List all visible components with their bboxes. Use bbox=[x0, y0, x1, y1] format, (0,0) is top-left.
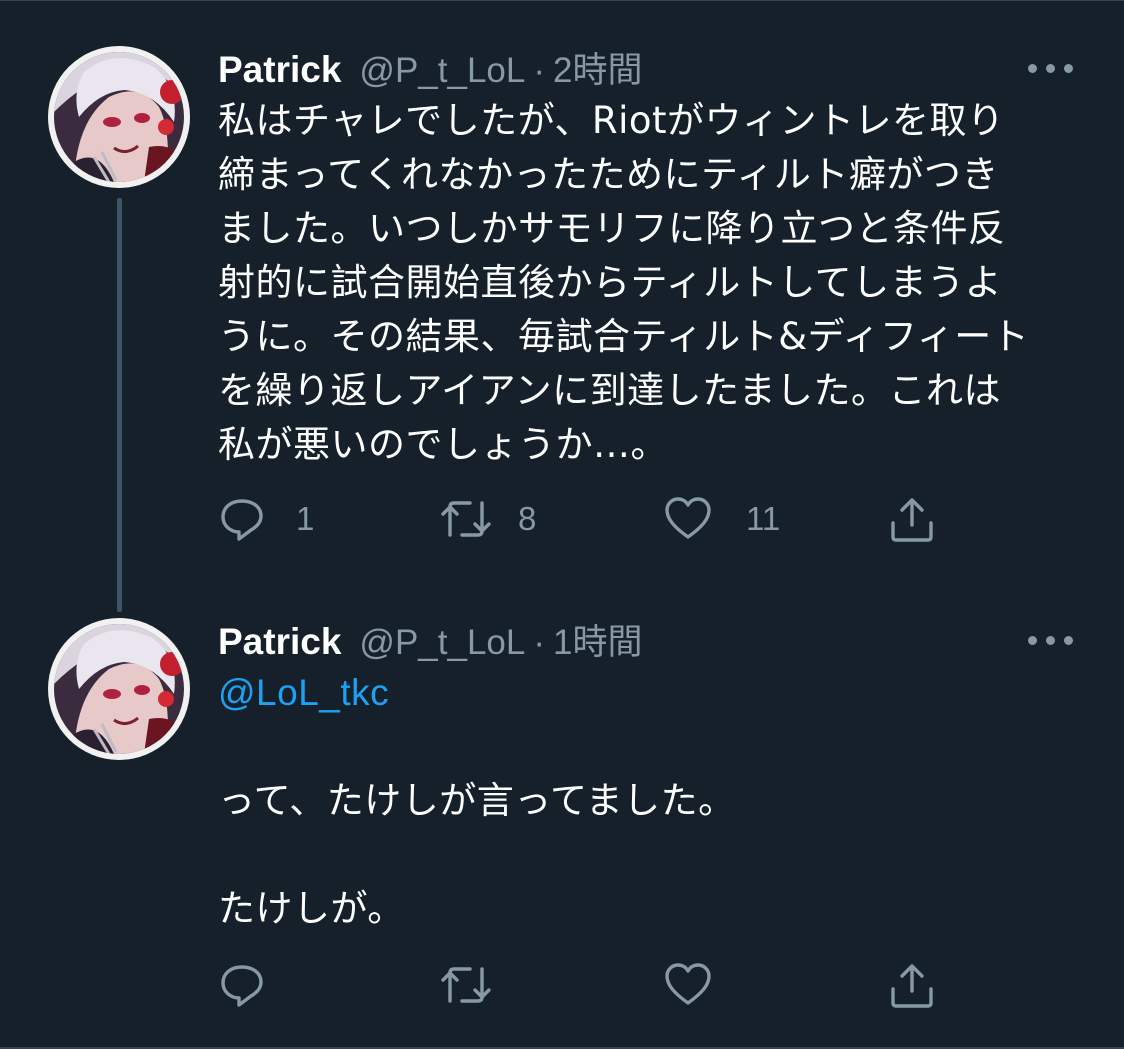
retweet-count: 8 bbox=[518, 500, 537, 537]
like-button[interactable] bbox=[664, 960, 712, 1010]
more-icon[interactable] bbox=[1028, 636, 1074, 648]
like-icon bbox=[665, 963, 711, 1005]
top-divider bbox=[0, 0, 1124, 1]
action-bar: 1 8 11 bbox=[218, 494, 1098, 544]
share-button[interactable] bbox=[888, 494, 936, 544]
action-bar bbox=[218, 960, 1098, 1010]
author-handle[interactable]: @P_t_LoL bbox=[359, 623, 525, 663]
thread-connector-line bbox=[117, 198, 122, 612]
retweet-icon bbox=[441, 501, 491, 537]
share-icon bbox=[891, 964, 933, 1008]
tweet-header: Patrick @P_t_LoL · 2時間 bbox=[218, 42, 642, 92]
like-button[interactable]: 11 bbox=[664, 494, 780, 544]
retweet-button[interactable]: 8 bbox=[440, 494, 536, 544]
tweet-header: Patrick @P_t_LoL · 1時間 bbox=[218, 614, 642, 664]
retweet-button[interactable] bbox=[440, 960, 492, 1010]
reply-count: 1 bbox=[296, 500, 315, 537]
mention-link[interactable]: @LoL_tkc bbox=[218, 672, 389, 713]
reply-icon bbox=[221, 965, 263, 1007]
timestamp[interactable]: 1時間 bbox=[553, 614, 642, 665]
avatar[interactable] bbox=[48, 618, 190, 760]
retweet-icon bbox=[441, 967, 491, 1003]
more-icon[interactable] bbox=[1028, 64, 1074, 76]
author-handle[interactable]: @P_t_LoL bbox=[359, 51, 525, 91]
share-button[interactable] bbox=[888, 960, 936, 1010]
author-name[interactable]: Patrick bbox=[218, 49, 341, 91]
tweet-text: 私はチャレでしたが、Riotがウィントレを取り 締まってくれなかったためにティル… bbox=[218, 99, 1030, 466]
reply-button[interactable]: 1 bbox=[218, 494, 314, 544]
reply-icon bbox=[221, 499, 263, 541]
timestamp[interactable]: 2時間 bbox=[553, 42, 642, 93]
separator-dot: · bbox=[533, 623, 546, 662]
tweet-text-container: @LoL_tkc って、たけしが言ってました。 たけしが。 bbox=[218, 666, 1098, 936]
like-count: 11 bbox=[746, 500, 781, 537]
separator-dot: · bbox=[533, 51, 546, 90]
like-icon bbox=[665, 497, 711, 539]
tweet-text: って、たけしが言ってました。 たけしが。 bbox=[218, 779, 736, 930]
reply-button[interactable] bbox=[218, 960, 266, 1010]
avatar[interactable] bbox=[48, 46, 190, 188]
author-name[interactable]: Patrick bbox=[218, 621, 341, 663]
share-icon bbox=[891, 498, 933, 542]
